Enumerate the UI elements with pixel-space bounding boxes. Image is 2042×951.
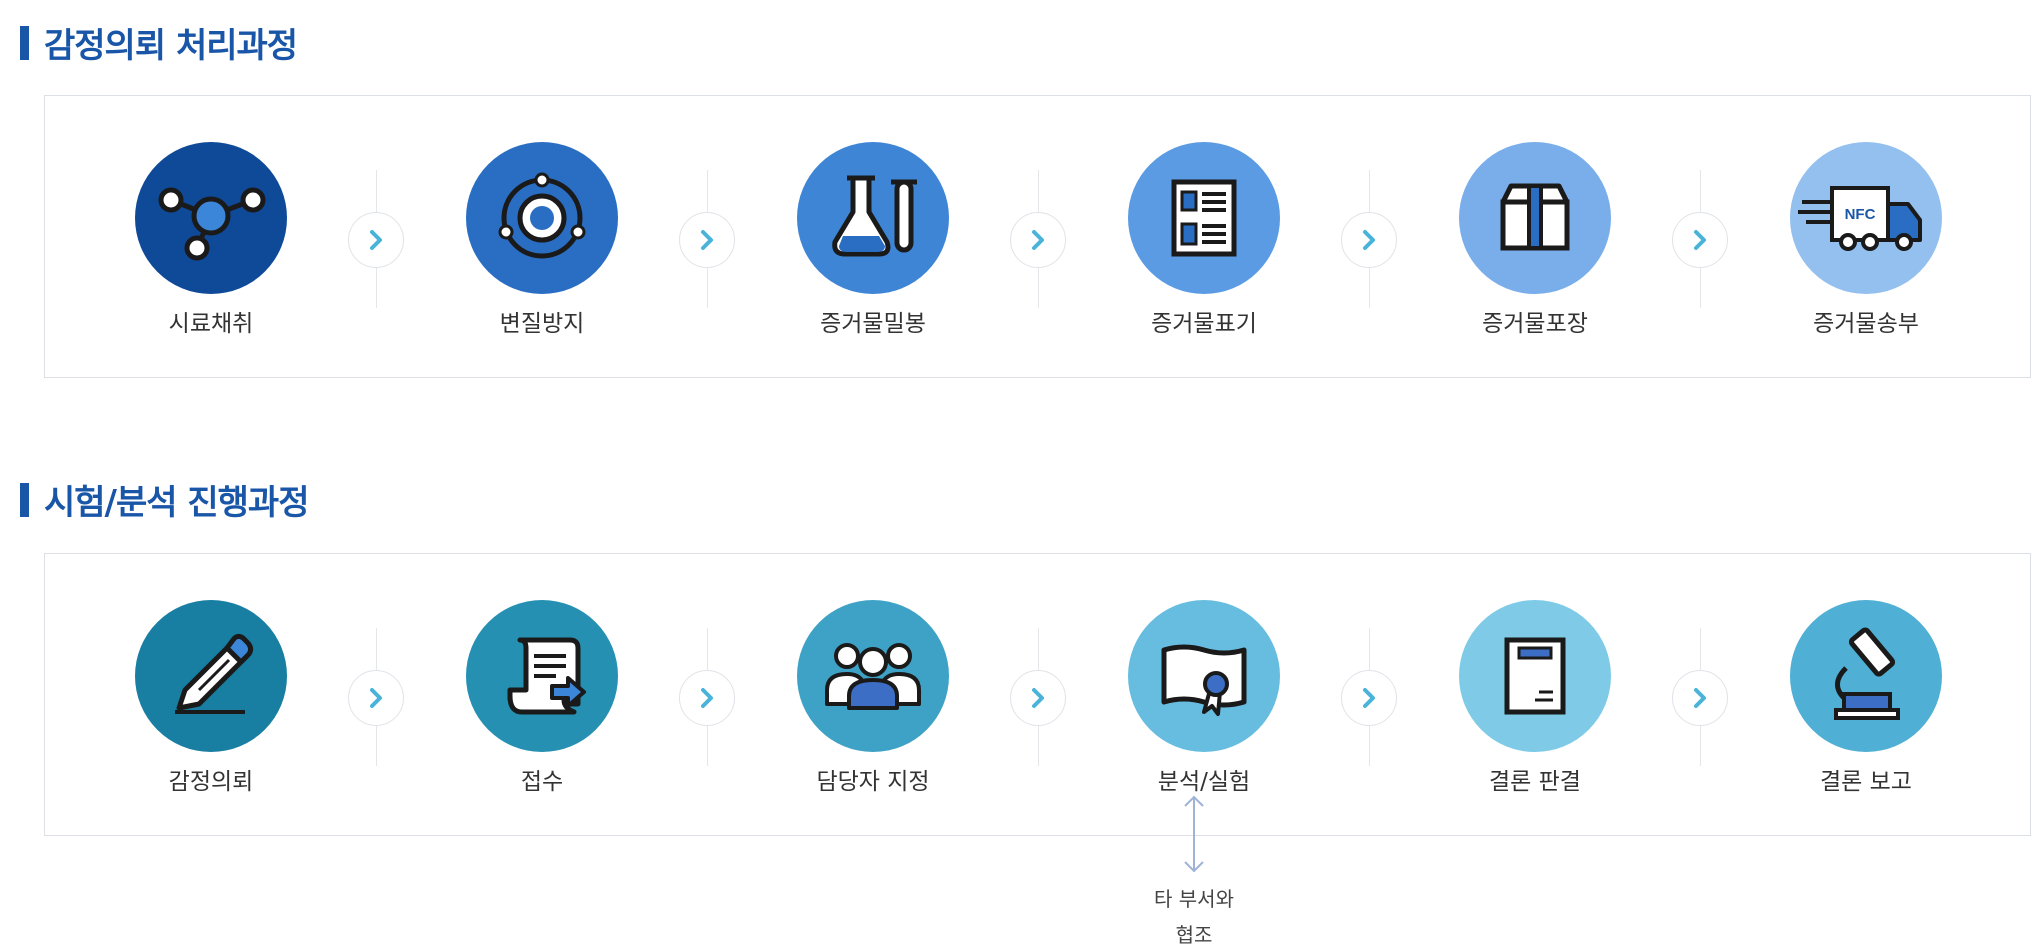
- step-assign-manager: 담당자 지정: [743, 600, 1003, 796]
- section-title-text: 시험/분석 진행과정: [44, 483, 309, 523]
- step-circle: [797, 600, 949, 752]
- step-circle: [466, 600, 618, 752]
- step-evidence-sealing: 증거물밀봉: [743, 142, 1003, 338]
- section-title-text: 감정의뢰 처리과정: [44, 26, 298, 66]
- step-label: 변질방지: [499, 311, 585, 337]
- pencil-icon: [135, 600, 287, 752]
- microscope-icon: [1790, 600, 1942, 752]
- document-list-icon: [1128, 142, 1280, 294]
- people-icon: [797, 600, 949, 752]
- chevron-right-icon: [1672, 212, 1728, 268]
- step-circle: [466, 142, 618, 294]
- cooperation-note: 타 부서와 협조: [1099, 793, 1289, 951]
- section-title-analysis-process: 시험/분석 진행과정: [20, 475, 309, 524]
- step-label: 시료채취: [168, 311, 254, 337]
- step-circle: NFC: [1790, 142, 1942, 294]
- step-label: 증거물송부: [1813, 311, 1919, 337]
- box-icon: [1459, 142, 1611, 294]
- step-analysis-experiment: 분석/실험: [1074, 600, 1334, 796]
- step-label: 감정의뢰: [168, 769, 254, 795]
- orbit-icon: [466, 142, 618, 294]
- step-label: 증거물밀봉: [820, 311, 926, 337]
- chevron-right-icon: [1010, 670, 1066, 726]
- step-circle: [797, 142, 949, 294]
- step-label: 결론 판결: [1489, 769, 1581, 795]
- step-label: 담당자 지정: [816, 769, 930, 795]
- step-circle: [1459, 600, 1611, 752]
- chevron-right-icon: [348, 212, 404, 268]
- chevron-right-icon: [1672, 670, 1728, 726]
- cooperation-note-line2: 협조: [1175, 923, 1213, 947]
- step-evidence-shipment: NFC 증거물송부: [1736, 142, 1996, 338]
- delivery-truck-icon: NFC: [1790, 142, 1942, 294]
- chevron-right-icon: [1010, 212, 1066, 268]
- chevron-right-icon: [679, 212, 735, 268]
- step-circle: [1128, 600, 1280, 752]
- cooperation-note-line1: 타 부서와: [1154, 887, 1234, 911]
- process-panel-sample: 시료채취 변질방지 증거물밀봉 증거물표기 증거물포장 NFC 증거물송부: [44, 95, 2031, 378]
- molecule-icon: [135, 142, 287, 294]
- step-circle: [135, 142, 287, 294]
- step-label: 증거물포장: [1482, 311, 1588, 337]
- step-conclusion-report: 결론 보고: [1736, 600, 1996, 796]
- section-title-sample-processing: 감정의뢰 처리과정: [20, 18, 298, 67]
- step-label: 접수: [520, 769, 564, 795]
- process-panel-analysis: 감정의뢰 접수 담당자 지정 분석/실험 결론 판결 결론 보고: [44, 553, 2031, 836]
- certificate-icon: [1128, 600, 1280, 752]
- step-evidence-labeling: 증거물표기: [1074, 142, 1334, 338]
- step-label: 증거물표기: [1151, 311, 1257, 337]
- step-label: 결론 보고: [1820, 769, 1912, 795]
- flask-tube-icon: [797, 142, 949, 294]
- step-conclusion-judgment: 결론 판결: [1405, 600, 1665, 796]
- step-circle: [1790, 600, 1942, 752]
- step-circle: [1459, 142, 1611, 294]
- double-arrow-icon: [1184, 795, 1204, 873]
- report-icon: [1459, 600, 1611, 752]
- chevron-right-icon: [348, 670, 404, 726]
- title-accent-bar: [20, 25, 29, 60]
- step-degradation-prevention: 변질방지: [412, 142, 672, 338]
- chevron-right-icon: [679, 670, 735, 726]
- chevron-right-icon: [1341, 670, 1397, 726]
- scroll-icon: [466, 600, 618, 752]
- step-evidence-packaging: 증거물포장: [1405, 142, 1665, 338]
- title-accent-bar: [20, 482, 29, 517]
- step-appraisal-request: 감정의뢰: [81, 600, 341, 796]
- step-circle: [1128, 142, 1280, 294]
- step-label: 분석/실험: [1157, 769, 1251, 795]
- step-reception: 접수: [412, 600, 672, 796]
- svg-text:NFC: NFC: [1845, 206, 1876, 223]
- chevron-right-icon: [1341, 212, 1397, 268]
- step-sample-collection: 시료채취: [81, 142, 341, 338]
- step-circle: [135, 600, 287, 752]
